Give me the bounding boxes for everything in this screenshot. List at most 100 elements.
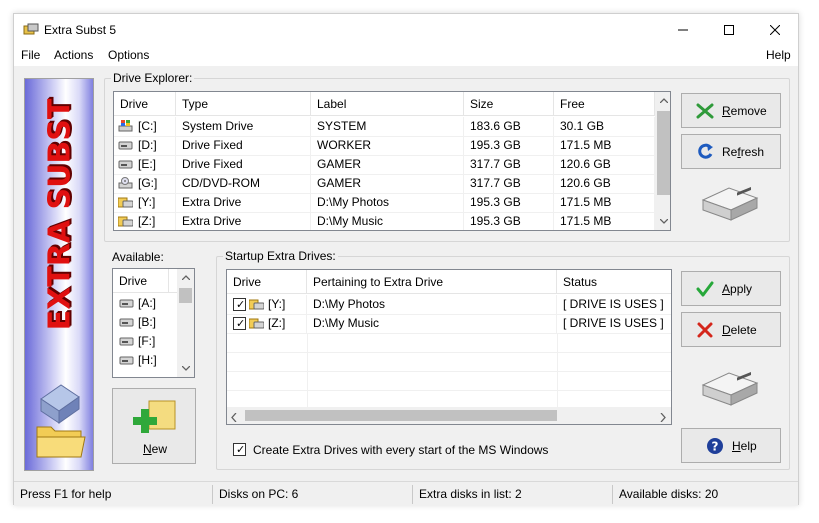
cell-status: [ DRIVE IS USES ] <box>563 316 664 330</box>
cell-free: 120.6 GB <box>554 155 655 174</box>
status-disks-on-pc: Disks on PC: 6 <box>219 487 299 501</box>
main-window: Extra Subst 5 File Actions Options Help … <box>13 13 799 506</box>
scroll-left-arrow[interactable] <box>231 411 237 424</box>
new-label-mnemonic: N <box>143 442 152 456</box>
close-button[interactable] <box>752 14 798 46</box>
window-title: Extra Subst 5 <box>44 23 117 37</box>
cell-free: 171.5 MB <box>554 136 655 155</box>
menu-actions[interactable]: Actions <box>54 48 93 62</box>
check-icon: ✓ <box>236 443 246 456</box>
hard-disk-illustration-icon <box>701 371 759 406</box>
menu-help[interactable]: Help <box>766 48 791 62</box>
scroll-up-arrow[interactable] <box>177 269 194 286</box>
list-item[interactable]: [B:] <box>113 313 177 332</box>
available-scrollbar[interactable] <box>177 269 194 377</box>
cell-type: System Drive <box>176 117 311 136</box>
apply-label: Apply <box>722 282 752 296</box>
col-header-status[interactable]: Status <box>557 270 671 294</box>
scroll-down-arrow[interactable] <box>177 360 194 377</box>
scroll-thumb[interactable] <box>657 111 670 195</box>
drive-explorer-scrollbar[interactable] <box>655 92 670 230</box>
scroll-thumb[interactable] <box>245 410 557 421</box>
cell-label: SYSTEM <box>311 117 464 136</box>
menu-file[interactable]: File <box>21 48 40 62</box>
table-row[interactable]: [Y:] Extra Drive D:\My Photos 195.3 GB 1… <box>114 193 655 212</box>
startup-row-checkbox[interactable]: ✓ <box>233 317 246 330</box>
help-label: Help <box>732 439 757 453</box>
cell-label: D:\My Music <box>311 212 464 230</box>
table-row[interactable]: ✓ [Y:] D:\My Photos [ DRIVE IS USES ] <box>227 295 671 314</box>
minimize-button[interactable] <box>660 14 706 46</box>
list-item[interactable]: [F:] <box>113 332 177 351</box>
apply-button[interactable]: Apply <box>681 271 781 306</box>
help-button[interactable]: ? Help <box>681 428 781 463</box>
menu-bar: File Actions Options Help <box>14 46 798 66</box>
col-header-type[interactable]: Type <box>176 92 311 116</box>
col-header-drive[interactable]: Drive <box>114 92 176 116</box>
available-list[interactable]: Drive [A:] [B:] [F:] [H:] <box>112 268 195 378</box>
table-row[interactable]: [C:] System Drive SYSTEM 183.6 GB 30.1 G… <box>114 117 655 136</box>
table-row[interactable]: ✓ [Z:] D:\My Music [ DRIVE IS USES ] <box>227 314 671 333</box>
close-icon <box>770 25 780 35</box>
startup-list[interactable]: Drive Pertaining to Extra Drive Status ✓… <box>226 269 672 425</box>
create-on-start-checkbox[interactable]: ✓ <box>233 443 246 456</box>
scroll-up-arrow[interactable] <box>655 92 670 109</box>
cell-drive: [C:] <box>134 117 176 136</box>
scroll-right-arrow[interactable] <box>660 411 666 424</box>
cell-free: 30.1 GB <box>554 117 655 136</box>
startup-row-checkbox[interactable]: ✓ <box>233 298 246 311</box>
cell-free: 171.5 MB <box>554 193 655 212</box>
banner-text-wrap: EXTRA SUBST <box>30 98 90 330</box>
chevron-down-icon <box>659 219 668 224</box>
cell-available-drive: [A:] <box>138 296 157 310</box>
scroll-down-arrow[interactable] <box>655 213 670 230</box>
menu-options[interactable]: Options <box>108 48 149 62</box>
available-group: Available: Drive [A:] [B:] [F:] [H:] New <box>104 250 204 470</box>
remove-label-mnemonic: R <box>722 104 731 118</box>
startup-hscrollbar[interactable] <box>227 407 671 424</box>
hard-drive-icon <box>119 356 134 365</box>
remove-label-post: emove <box>730 104 767 118</box>
windows-drive-icon <box>118 120 133 132</box>
refresh-button[interactable]: Refresh <box>681 134 781 169</box>
cell-size: 317.7 GB <box>464 155 554 174</box>
col-header-label[interactable]: Label <box>311 92 464 116</box>
status-available-disks: Available disks: 20 <box>619 487 719 501</box>
cell-size: 195.3 GB <box>464 193 554 212</box>
col-header-startup-drive[interactable]: Drive <box>227 270 307 294</box>
cell-drive: [Z:] <box>134 212 176 230</box>
cell-size: 183.6 GB <box>464 117 554 136</box>
delete-button[interactable]: Delete <box>681 312 781 347</box>
col-header-pertaining[interactable]: Pertaining to Extra Drive <box>307 270 557 294</box>
remove-button[interactable]: Remove <box>681 93 781 128</box>
table-row[interactable]: [G:] CD/DVD-ROM GAMER 317.7 GB 120.6 GB <box>114 174 655 193</box>
scroll-thumb[interactable] <box>179 288 192 303</box>
cell-type: Drive Fixed <box>176 155 311 174</box>
list-item[interactable]: [A:] <box>113 294 177 313</box>
cell-available-drive: [B:] <box>138 315 157 329</box>
check-icon <box>696 281 714 297</box>
table-row[interactable]: [E:] Drive Fixed GAMER 317.7 GB 120.6 GB <box>114 155 655 174</box>
new-button[interactable]: New <box>112 388 196 464</box>
cell-available-drive: [H:] <box>138 353 157 367</box>
maximize-button[interactable] <box>706 14 752 46</box>
cell-drive: [Y:] <box>134 193 176 212</box>
cell-startup-drive: [Y:] <box>265 295 307 314</box>
cell-type: Extra Drive <box>176 212 311 230</box>
table-row[interactable]: [D:] Drive Fixed WORKER 195.3 GB 171.5 M… <box>114 136 655 155</box>
hard-drive-icon <box>119 318 134 327</box>
col-header-free[interactable]: Free <box>554 92 655 116</box>
list-item[interactable]: [H:] <box>113 351 177 370</box>
drive-explorer-list[interactable]: Drive Type Label Size Free [C:] System D… <box>113 91 671 231</box>
drive-explorer-group: Drive Explorer: Drive Type Label Size Fr… <box>104 71 790 242</box>
col-header-available-drive[interactable]: Drive <box>113 269 169 293</box>
delete-icon <box>697 322 713 338</box>
apply-label-post: pply <box>730 282 753 296</box>
col-header-size[interactable]: Size <box>464 92 554 116</box>
refresh-label: Refresh <box>722 145 764 159</box>
table-row[interactable]: [Z:] Extra Drive D:\My Music 195.3 GB 17… <box>114 212 655 230</box>
chevron-up-icon <box>659 98 668 103</box>
cell-pertaining: D:\My Photos <box>307 295 557 314</box>
drive-explorer-header: Drive Type Label Size Free <box>114 92 655 116</box>
create-on-start-label[interactable]: Create Extra Drives with every start of … <box>253 443 548 457</box>
